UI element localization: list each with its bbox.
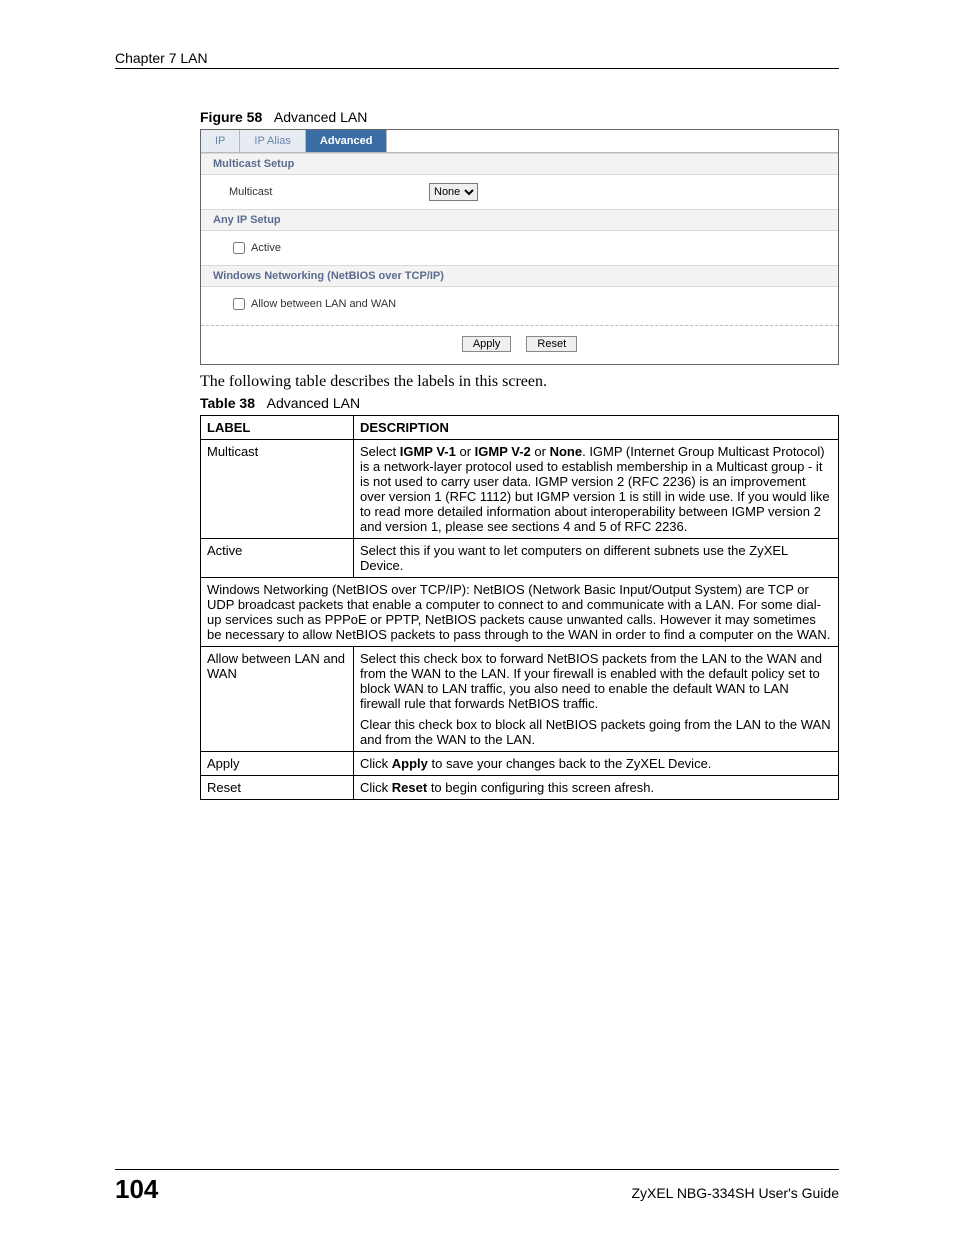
th-label: LABEL bbox=[201, 416, 354, 440]
guide-title: ZyXEL NBG-334SH User's Guide bbox=[631, 1185, 839, 1201]
table-title: Advanced LAN bbox=[267, 395, 360, 411]
table-row: Windows Networking (NetBIOS over TCP/IP)… bbox=[201, 578, 839, 647]
label-multicast: Multicast bbox=[229, 186, 429, 198]
table-row: Reset Click Reset to begin configuring t… bbox=[201, 776, 839, 800]
tab-bar: IP IP Alias Advanced bbox=[201, 130, 838, 153]
label-allow: Allow between LAN and WAN bbox=[251, 298, 396, 310]
allow-checkbox[interactable] bbox=[233, 298, 245, 310]
row-active: Active bbox=[201, 231, 838, 265]
table-header-row: LABEL DESCRIPTION bbox=[201, 416, 839, 440]
button-row: Apply Reset bbox=[201, 325, 838, 364]
table-row: Apply Click Apply to save your changes b… bbox=[201, 752, 839, 776]
label-active: Active bbox=[251, 242, 281, 254]
row-multicast: Multicast None bbox=[201, 175, 838, 209]
running-head: Chapter 7 LAN bbox=[115, 50, 839, 69]
figure-caption: Figure 58 Advanced LAN bbox=[200, 109, 839, 125]
table-row: Allow between LAN and WAN Select this ch… bbox=[201, 647, 839, 752]
cell-label: Allow between LAN and WAN bbox=[201, 647, 354, 752]
th-desc: DESCRIPTION bbox=[354, 416, 839, 440]
description-table: LABEL DESCRIPTION Multicast Select IGMP … bbox=[200, 415, 839, 800]
page-number: 104 bbox=[115, 1174, 158, 1205]
section-any-ip-setup: Any IP Setup bbox=[201, 209, 838, 231]
table-row: Multicast Select IGMP V-1 or IGMP V-2 or… bbox=[201, 440, 839, 539]
cell-desc: Click Apply to save your changes back to… bbox=[354, 752, 839, 776]
cell-desc: Select IGMP V-1 or IGMP V-2 or None. IGM… bbox=[354, 440, 839, 539]
figure-label: Figure 58 bbox=[200, 109, 262, 125]
section-multicast-setup: Multicast Setup bbox=[201, 153, 838, 175]
table-row: Active Select this if you want to let co… bbox=[201, 539, 839, 578]
table-label: Table 38 bbox=[200, 395, 255, 411]
cell-label: Apply bbox=[201, 752, 354, 776]
cell-desc: Select this if you want to let computers… bbox=[354, 539, 839, 578]
tab-ip[interactable]: IP bbox=[201, 130, 240, 152]
apply-button[interactable]: Apply bbox=[462, 336, 512, 352]
active-checkbox[interactable] bbox=[233, 242, 245, 254]
multicast-select[interactable]: None bbox=[429, 183, 478, 201]
cell-desc: Select this check box to forward NetBIOS… bbox=[354, 647, 839, 752]
page-footer: 104 ZyXEL NBG-334SH User's Guide bbox=[115, 1169, 839, 1205]
cell-desc: Click Reset to begin configuring this sc… bbox=[354, 776, 839, 800]
screenshot-panel: IP IP Alias Advanced Multicast Setup Mul… bbox=[200, 129, 839, 365]
section-netbios: Windows Networking (NetBIOS over TCP/IP) bbox=[201, 265, 838, 287]
table-caption: Table 38 Advanced LAN bbox=[200, 395, 839, 411]
cell-label: Active bbox=[201, 539, 354, 578]
tab-ip-alias[interactable]: IP Alias bbox=[240, 130, 306, 152]
reset-button[interactable]: Reset bbox=[526, 336, 577, 352]
figure-title: Advanced LAN bbox=[274, 109, 367, 125]
intro-text: The following table describes the labels… bbox=[200, 373, 839, 391]
tab-advanced[interactable]: Advanced bbox=[306, 130, 388, 152]
cell-label: Reset bbox=[201, 776, 354, 800]
row-allow: Allow between LAN and WAN bbox=[201, 287, 838, 321]
cell-span: Windows Networking (NetBIOS over TCP/IP)… bbox=[201, 578, 839, 647]
cell-label: Multicast bbox=[201, 440, 354, 539]
